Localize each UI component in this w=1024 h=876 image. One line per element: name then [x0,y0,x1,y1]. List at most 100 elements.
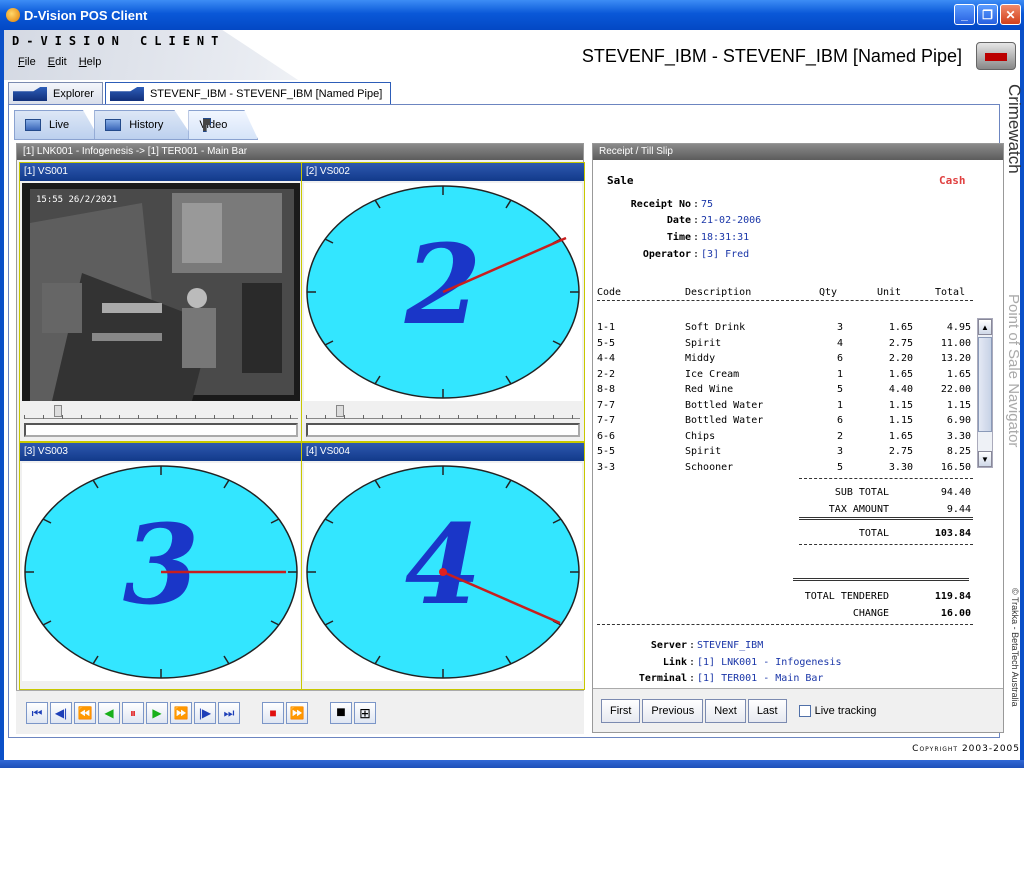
item-description: Spirit [685,446,722,457]
video-panel: [1] LNK001 - Infogenesis -> [1] TER001 -… [16,143,585,733]
item-description: Schooner [685,461,734,473]
scroll-thumb[interactable] [978,337,992,432]
quad-view-icon[interactable]: ⊞ [354,701,376,724]
step-forward-button[interactable]: |▶ [194,701,216,724]
crimewatch-label: Crimewatch [1005,84,1024,174]
link-value: [1] LNK001 - Infogenesis [697,657,842,668]
receipt-no: 75 [701,199,714,210]
first-button[interactable]: First [601,698,641,723]
camera-tile-3[interactable]: [3] VS003 3 [19,442,303,690]
receipt-scrollbar[interactable]: ▲ ▼ [977,318,993,468]
clock-digit: 2 [404,220,482,349]
operator-label: Operator [642,249,691,260]
date-label: Date [666,215,691,226]
item-code: 1-1 [597,322,616,333]
tab-live[interactable]: Live [14,110,101,140]
brand-logo-text: D-VISION CLIENT [12,34,226,48]
camera-tile-1[interactable]: [1] VS001 15:55 26/2/2021 [19,162,303,442]
live-forward-button[interactable]: ⏩ [286,701,308,724]
camera-title: [1] VS001 [20,163,302,181]
item-unit: 2.20 [888,353,913,364]
single-view-icon[interactable]: ■ [330,701,352,724]
receipt-operator: [3] Fred [701,249,750,260]
window-titlebar[interactable]: D-Vision POS Client _ ❐ ✕ [0,0,1024,30]
item-total: 22.00 [940,384,971,395]
scroll-up-arrow-icon[interactable]: ▲ [978,319,992,335]
menu-file[interactable]: File [18,56,36,68]
trakka-credit: © Trakka - BetaTech Australia [1010,588,1020,707]
menu-edit[interactable]: Edit [48,56,67,68]
pause-button[interactable]: ⏸ [122,701,144,724]
next-button[interactable]: Next [705,698,746,723]
video-progress-bar [24,423,298,437]
camera-tile-2[interactable]: [2] VS002 2 [301,162,585,442]
item-code: 2-2 [597,368,616,380]
window-title: D-Vision POS Client [24,7,148,23]
scroll-down-arrow-icon[interactable]: ▼ [978,451,992,467]
receipt-no-label: Receipt No [630,199,691,210]
clock-digit: 3 [123,500,200,629]
tab-label: History [129,119,164,131]
menu-help[interactable]: Help [79,56,102,68]
camera-tile-4[interactable]: [4] VS004 4 [301,442,585,690]
fast-forward-button[interactable]: ⏩ [170,701,192,724]
tax-label: TAX AMOUNT [828,504,889,515]
item-qty: 1 [836,368,843,380]
menu-bar: File Edit Help [18,56,101,68]
clock-placeholder-feed[interactable]: 4 [304,463,582,681]
taskbar [0,760,1024,768]
total-label: TOTAL [858,528,889,539]
item-total: 4.95 [946,322,971,333]
column-header-description: Description [685,287,752,298]
receipt-body: Sale Cash Receipt No : 75 Date : 21-02-2… [597,174,973,684]
live-tracking-checkbox[interactable]: Live tracking [798,704,876,717]
item-unit: 2.75 [888,446,913,457]
item-qty: 4 [836,337,843,349]
item-code: 5-5 [597,446,616,457]
clock-placeholder-feed[interactable]: 3 [22,463,300,681]
maximize-button[interactable]: ❐ [977,4,998,25]
previous-button[interactable]: Previous [642,698,704,723]
video-scrub-slider[interactable] [24,405,298,419]
computer-icon [105,119,122,131]
app-header: D-VISION CLIENT File Edit Help STEVENF_I… [4,30,1020,80]
column-header-code: Code [597,287,622,298]
tab-connection[interactable]: STEVENF_IBM - STEVENF_IBM [Named Pipe] [104,82,392,104]
item-unit: 1.65 [888,322,913,333]
close-button[interactable]: ✕ [1000,4,1021,25]
skip-to-start-button[interactable]: ⏮ [26,701,48,724]
receipt-type: Sale [607,174,634,187]
play-reverse-button[interactable]: ◀ [98,701,120,724]
printer-icon[interactable] [976,42,1016,70]
monitor-icon [25,119,41,131]
stop-button[interactable]: ■ [262,701,284,724]
item-code: 8-8 [597,384,616,395]
fast-rewind-button[interactable]: ⏪ [74,701,96,724]
tab-history[interactable]: History [94,110,195,140]
tab-video[interactable]: Video [188,110,259,140]
receipt-date: 21-02-2006 [701,215,762,226]
pos-navigator-label: Point of Sale Navigator [1005,294,1022,448]
item-total: 1.65 [946,368,971,380]
tab-explorer[interactable]: Explorer [8,82,103,104]
terminal-value: [1] TER001 - Main Bar [697,673,824,684]
item-qty: 1 [836,399,843,411]
tab-label: Explorer [53,87,94,100]
cctv-video-feed[interactable]: 15:55 26/2/2021 [22,183,300,401]
tab-label: STEVENF_IBM - STEVENF_IBM [Named Pipe] [149,87,383,100]
video-scrub-slider[interactable] [306,405,580,419]
item-qty: 6 [836,353,843,364]
minimize-button[interactable]: _ [954,4,975,25]
checkbox-box[interactable] [798,704,811,717]
inner-tab-bar: Live History Video [14,110,259,140]
last-button[interactable]: Last [747,698,787,723]
skip-to-end-button[interactable]: ⏭ [218,701,240,724]
clock-placeholder-feed[interactable]: 2 [304,183,582,401]
time-label: Time [666,232,691,243]
subtotal-value: 94.40 [940,487,971,498]
step-back-button[interactable]: ◀| [50,701,72,724]
play-button[interactable]: ▶ [146,701,168,724]
item-code: 3-3 [597,461,616,473]
item-unit: 3.30 [888,461,913,473]
receipt-navigation: First Previous Next Last Live tracking [593,688,1003,732]
